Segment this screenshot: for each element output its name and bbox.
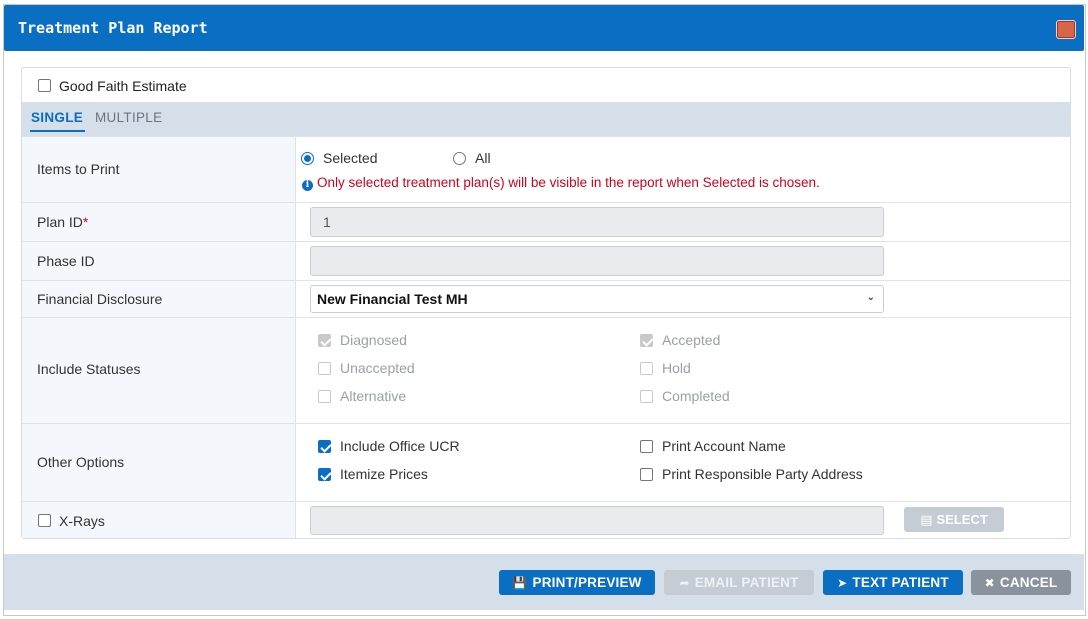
alternative-label: Alternative	[340, 388, 407, 404]
print-preview-label: PRINT/PREVIEW	[532, 575, 642, 590]
financial-disclosure-label: Financial Disclosure	[37, 291, 163, 307]
tab-single[interactable]: SINGLE	[29, 110, 86, 132]
items-to-print-row: Items to Print Selected All i Only select…	[22, 136, 1070, 202]
dialog-title: Treatment Plan Report	[18, 19, 208, 37]
xrays-row: X-Rays ▤ SELECT	[22, 501, 1070, 538]
financial-disclosure-row: Financial Disclosure New Financial Test …	[22, 280, 1070, 317]
send-icon: ➤	[837, 576, 848, 590]
plan-id-label-text: Plan ID	[37, 214, 83, 230]
xrays-checkbox[interactable]	[38, 514, 51, 527]
items-to-print-label-cell: Items to Print	[22, 137, 296, 202]
other-options-label: Other Options	[37, 454, 125, 470]
tab-multiple[interactable]: MULTIPLE	[95, 110, 162, 125]
all-radio[interactable]	[453, 152, 466, 165]
good-faith-estimate-field	[216, 72, 398, 98]
plan-id-label: Plan ID*	[37, 214, 88, 230]
print-responsible-party-address-checkbox[interactable]	[640, 468, 653, 481]
cancel-label: CANCEL	[999, 575, 1058, 590]
file-icon: ▤	[920, 512, 933, 527]
text-patient-label: TEXT PATIENT	[852, 575, 949, 590]
dialog-footer: 💾 PRINT/PREVIEW ➦ EMAIL PATIENT ➤ TEXT PATI…	[4, 554, 1084, 610]
include-statuses-label-cell: Include Statuses	[22, 318, 296, 423]
report-options-panel: Good Faith Estimate SINGLE MULTIPLE Item…	[21, 67, 1071, 539]
items-to-print-note: i Only selected treatment plan(s) will be…	[302, 175, 820, 191]
financial-disclosure-value: New Financial Test MH	[317, 291, 468, 307]
print-account-name-checkbox[interactable]	[640, 440, 653, 453]
hold-checkbox[interactable]	[640, 362, 653, 375]
email-patient-button[interactable]: ➦ EMAIL PATIENT	[664, 570, 814, 595]
xrays-select-button[interactable]: ▤ SELECT	[904, 507, 1004, 532]
xrays-select-label: SELECT	[936, 512, 988, 527]
items-to-print-note-text: Only selected treatment plan(s) will be …	[317, 175, 820, 190]
hold-label: Hold	[662, 360, 691, 376]
phase-id-label: Phase ID	[37, 253, 95, 269]
phase-id-row: Phase ID	[22, 241, 1070, 280]
include-statuses-row: Include Statuses Diagnosed Accepted Unac…	[22, 317, 1070, 423]
include-statuses-label: Include Statuses	[37, 361, 141, 377]
plan-id-input[interactable]: 1	[310, 207, 884, 237]
email-patient-label: EMAIL PATIENT	[694, 575, 799, 590]
print-account-name-label: Print Account Name	[662, 438, 786, 454]
other-options-row: Other Options Include Office UCR Print A…	[22, 423, 1070, 501]
text-patient-button[interactable]: ➤ TEXT PATIENT	[823, 570, 963, 595]
required-marker: *	[82, 214, 89, 230]
share-icon: ➦	[679, 576, 690, 590]
chevron-down-icon: ⌄	[866, 292, 875, 303]
phase-id-label-cell: Phase ID	[22, 242, 296, 280]
xrays-label-cell: X-Rays	[22, 502, 296, 538]
good-faith-estimate-checkbox[interactable]	[38, 79, 51, 92]
completed-label: Completed	[662, 388, 730, 404]
financial-disclosure-select[interactable]: New Financial Test MH ⌄	[310, 285, 884, 313]
plan-id-row: Plan ID* 1	[22, 202, 1070, 241]
print-responsible-party-address-label: Print Responsible Party Address	[662, 466, 863, 482]
plan-id-label-cell: Plan ID*	[22, 203, 296, 241]
report-tabs: SINGLE MULTIPLE	[22, 102, 1070, 136]
unaccepted-checkbox[interactable]	[318, 362, 331, 375]
unaccepted-label: Unaccepted	[340, 360, 415, 376]
cancel-button[interactable]: ✖ CANCEL	[971, 570, 1071, 595]
phase-id-input[interactable]	[310, 246, 884, 276]
close-icon: ✖	[984, 576, 995, 590]
diagnosed-label: Diagnosed	[340, 332, 407, 348]
info-icon: i	[302, 180, 313, 191]
xrays-label: X-Rays	[59, 513, 105, 529]
include-office-ucr-label: Include Office UCR	[340, 438, 460, 454]
all-radio-label: All	[475, 150, 491, 166]
selected-radio[interactable]	[301, 152, 314, 165]
include-office-ucr-checkbox[interactable]	[318, 440, 331, 453]
alternative-checkbox[interactable]	[318, 390, 331, 403]
close-button[interactable]	[1056, 20, 1076, 39]
accepted-checkbox[interactable]	[640, 334, 653, 347]
xrays-input[interactable]	[310, 506, 884, 535]
diagnosed-checkbox[interactable]	[318, 334, 331, 347]
financial-disclosure-label-cell: Financial Disclosure	[22, 281, 296, 317]
dialog-titlebar: Treatment Plan Report	[4, 5, 1084, 51]
selected-radio-label: Selected	[323, 150, 378, 166]
other-options-label-cell: Other Options	[22, 424, 296, 501]
save-icon: 💾	[512, 576, 528, 590]
itemize-prices-label: Itemize Prices	[340, 466, 428, 482]
completed-checkbox[interactable]	[640, 390, 653, 403]
accepted-label: Accepted	[662, 332, 721, 348]
itemize-prices-checkbox[interactable]	[318, 468, 331, 481]
good-faith-estimate-label: Good Faith Estimate	[59, 78, 187, 94]
good-faith-estimate-row: Good Faith Estimate	[22, 68, 1070, 102]
print-preview-button[interactable]: 💾 PRINT/PREVIEW	[499, 570, 655, 595]
items-to-print-label: Items to Print	[37, 161, 120, 177]
